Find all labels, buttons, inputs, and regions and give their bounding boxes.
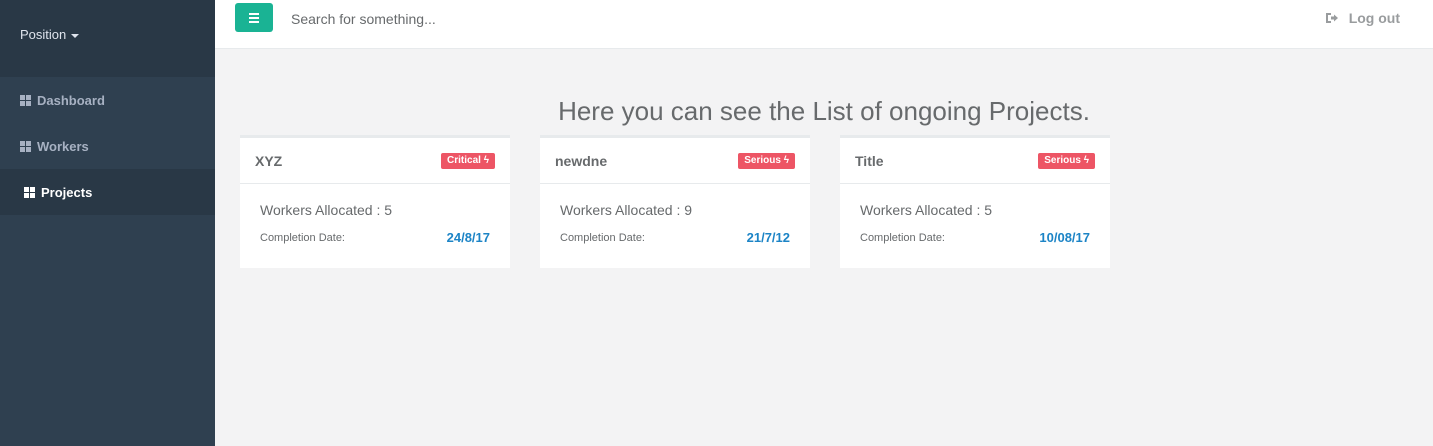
- bars-icon: [249, 12, 259, 15]
- profile-label: Position: [20, 27, 67, 42]
- project-card: XYZ Critical ϟ Workers Allocated : 5 Com…: [240, 135, 510, 268]
- bolt-icon: ϟ: [1083, 155, 1089, 166]
- completion-label: Completion Date:: [560, 232, 645, 244]
- sidebar-item-projects[interactable]: Projects: [0, 169, 215, 215]
- sidebar-item-label: Workers: [37, 138, 89, 154]
- sidebar-item-workers[interactable]: Workers: [0, 123, 215, 169]
- menu-toggle-button[interactable]: [235, 3, 273, 32]
- workers-allocated: Workers Allocated : 5: [860, 202, 993, 218]
- workers-allocated: Workers Allocated : 9: [560, 202, 693, 218]
- completion-label: Completion Date:: [860, 232, 945, 244]
- severity-badge: Critical ϟ: [441, 153, 495, 169]
- sidebar-item-label: Dashboard: [37, 92, 105, 108]
- severity-badge: Serious ϟ: [1038, 153, 1095, 169]
- completion-date: 21/7/12: [746, 230, 790, 245]
- caret-down-icon: [71, 33, 80, 38]
- card-header: newdne Serious ϟ: [540, 138, 810, 184]
- sidebar-header: Position: [0, 0, 215, 77]
- completion-label: Completion Date:: [260, 232, 345, 244]
- page-title: Here you can see the List of ongoing Pro…: [558, 96, 1090, 126]
- sidebar-nav: Dashboard Workers Projects: [0, 77, 215, 215]
- severity-badge: Serious ϟ: [738, 153, 795, 169]
- project-name: newdne: [555, 153, 608, 169]
- completion-date: 24/8/17: [446, 230, 490, 245]
- profile-dropdown[interactable]: Position: [20, 27, 80, 42]
- sidebar: Position Dashboard Workers Projects: [0, 0, 215, 446]
- bolt-icon: ϟ: [783, 155, 789, 166]
- th-large-icon: [24, 186, 35, 198]
- project-card: newdne Serious ϟ Workers Allocated : 9 C…: [540, 135, 810, 268]
- search-input[interactable]: [289, 6, 693, 32]
- logout-link[interactable]: Log out: [1325, 10, 1400, 26]
- project-card: Title Serious ϟ Workers Allocated : 5 Co…: [840, 135, 1110, 268]
- logout-label: Log out: [1348, 10, 1400, 26]
- bolt-icon: ϟ: [483, 155, 489, 166]
- th-large-icon: [20, 94, 31, 106]
- sign-out-icon: [1325, 13, 1338, 23]
- project-name: XYZ: [255, 153, 283, 169]
- project-name: Title: [855, 153, 884, 169]
- workers-allocated: Workers Allocated : 5: [260, 202, 393, 218]
- sidebar-item-dashboard[interactable]: Dashboard: [0, 77, 215, 123]
- top-navbar: Log out: [215, 0, 1433, 49]
- completion-date: 10/08/17: [1039, 230, 1090, 245]
- card-header: Title Serious ϟ: [840, 138, 1110, 184]
- sidebar-item-label: Projects: [41, 184, 93, 200]
- th-large-icon: [20, 140, 31, 152]
- card-header: XYZ Critical ϟ: [240, 138, 510, 184]
